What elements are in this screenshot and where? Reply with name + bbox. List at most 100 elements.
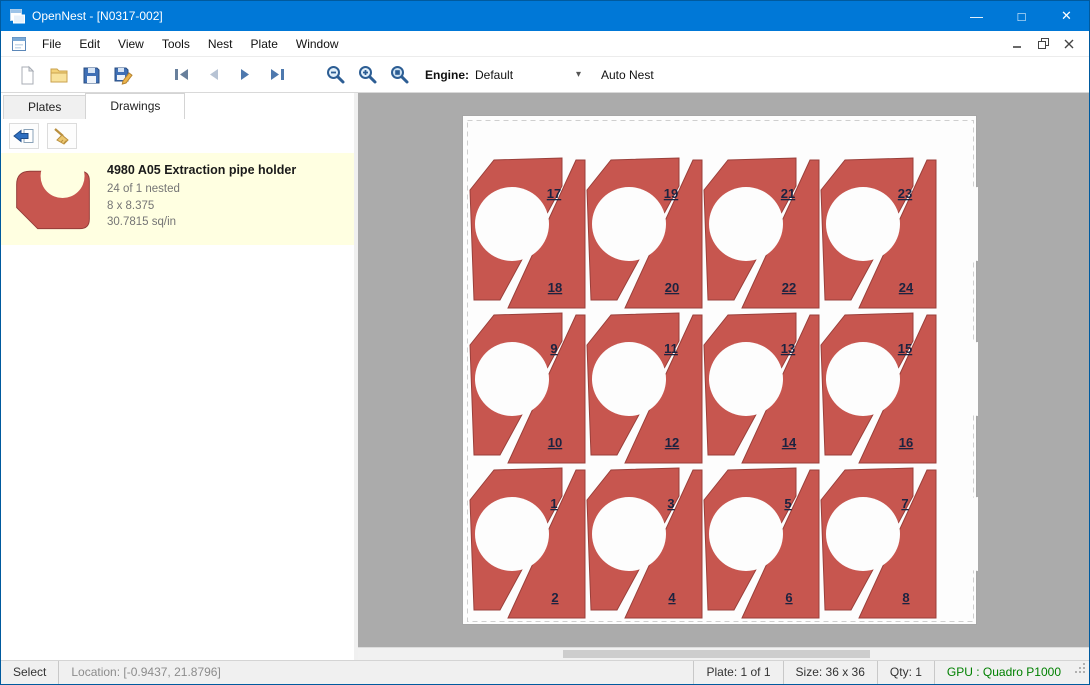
part-number-label: 7 bbox=[901, 496, 908, 511]
close-button[interactable]: ✕ bbox=[1044, 1, 1089, 31]
document-icon bbox=[11, 36, 27, 52]
part-hole bbox=[826, 342, 900, 416]
zoom-out-button[interactable] bbox=[319, 61, 351, 89]
restore-icon bbox=[1038, 38, 1049, 49]
status-qty: Qty: 1 bbox=[877, 661, 934, 685]
part-number-label: 4 bbox=[668, 590, 676, 605]
plate-sheet[interactable]: .part{fill:#c7564f;stroke:#9a3f3a;stroke… bbox=[462, 115, 977, 625]
part-number-label: 22 bbox=[782, 280, 796, 295]
part-number-label: 1 bbox=[550, 496, 557, 511]
part-number-label: 2 bbox=[551, 590, 558, 605]
part-hole bbox=[826, 497, 900, 571]
save-edit-button[interactable] bbox=[107, 61, 139, 89]
previous-arrow-icon bbox=[205, 67, 222, 82]
titlebar[interactable]: OpenNest - [N0317-002] — □ ✕ bbox=[1, 1, 1089, 31]
maximize-button[interactable]: □ bbox=[999, 1, 1044, 31]
drawing-item-text: 4980 A05 Extraction pipe holder 24 of 1 … bbox=[107, 161, 296, 231]
auto-nest-button[interactable]: Auto Nest bbox=[601, 68, 654, 82]
part-number-label: 20 bbox=[665, 280, 679, 295]
part-number-label: 9 bbox=[550, 341, 557, 356]
drawing-nested-count: 24 of 1 nested bbox=[107, 181, 296, 198]
status-size: Size: 36 x 36 bbox=[783, 661, 877, 685]
zoom-in-icon bbox=[357, 64, 378, 85]
minimize-button[interactable]: — bbox=[954, 1, 999, 31]
part-hole bbox=[709, 187, 783, 261]
part-number-label: 21 bbox=[781, 186, 795, 201]
send-to-plate-button[interactable] bbox=[9, 123, 39, 149]
part-number-label: 17 bbox=[547, 186, 561, 201]
mdi-close-button[interactable] bbox=[1061, 36, 1077, 52]
part-number-label: 24 bbox=[899, 280, 914, 295]
status-plate: Plate: 1 of 1 bbox=[693, 661, 782, 685]
open-folder-icon bbox=[49, 65, 69, 84]
part-number-label: 23 bbox=[898, 186, 912, 201]
main-toolbar: Engine: Default ▾ Auto Nest bbox=[1, 57, 1089, 93]
part-number-label: 16 bbox=[899, 435, 913, 450]
part-hole bbox=[592, 187, 666, 261]
part-hole bbox=[475, 187, 549, 261]
part-number-label: 3 bbox=[667, 496, 674, 511]
mdi-window-controls bbox=[1009, 36, 1083, 52]
mdi-minimize-button[interactable] bbox=[1009, 36, 1025, 52]
part-number-label: 18 bbox=[548, 280, 562, 295]
part-hole bbox=[826, 187, 900, 261]
nest-canvas[interactable]: .part{fill:#c7564f;stroke:#9a3f3a;stroke… bbox=[358, 93, 1089, 660]
engine-select[interactable]: Default ▾ bbox=[469, 65, 587, 85]
menu-file[interactable]: File bbox=[33, 34, 70, 54]
engine-label: Engine: bbox=[425, 68, 469, 82]
part-hole bbox=[943, 497, 978, 571]
next-plate-button[interactable] bbox=[229, 61, 261, 89]
app-window: OpenNest - [N0317-002] — □ ✕ File Edit V… bbox=[0, 0, 1090, 685]
clear-button[interactable] bbox=[47, 123, 77, 149]
drawing-list-item[interactable]: 4980 A05 Extraction pipe holder 24 of 1 … bbox=[1, 153, 354, 245]
window-controls: — □ ✕ bbox=[954, 1, 1089, 31]
last-plate-button[interactable] bbox=[261, 61, 293, 89]
resize-grip-icon bbox=[1073, 661, 1087, 675]
last-arrow-icon bbox=[269, 67, 286, 82]
mdi-restore-button[interactable] bbox=[1035, 36, 1051, 52]
new-file-icon bbox=[17, 65, 37, 85]
content-area: Plates Drawings bbox=[1, 93, 1089, 660]
drawing-list-empty-space bbox=[1, 245, 354, 660]
first-plate-button[interactable] bbox=[165, 61, 197, 89]
zoom-out-icon bbox=[325, 64, 346, 85]
menu-plate[interactable]: Plate bbox=[242, 34, 287, 54]
part-number-label: 5 bbox=[784, 496, 791, 511]
part-number-label: 13 bbox=[781, 341, 795, 356]
part-number-label: 19 bbox=[664, 186, 678, 201]
part-number-label: 10 bbox=[548, 435, 562, 450]
app-icon bbox=[9, 8, 25, 24]
part-thumbnail bbox=[9, 161, 97, 237]
previous-plate-button[interactable] bbox=[197, 61, 229, 89]
status-mode: Select bbox=[1, 661, 59, 685]
zoom-fit-button[interactable] bbox=[383, 61, 415, 89]
part-hole bbox=[709, 497, 783, 571]
resize-grip[interactable] bbox=[1073, 661, 1089, 685]
menu-nest[interactable]: Nest bbox=[199, 34, 242, 54]
plate-svg[interactable]: .part{fill:#c7564f;stroke:#9a3f3a;stroke… bbox=[463, 116, 978, 626]
zoom-in-button[interactable] bbox=[351, 61, 383, 89]
tab-drawings[interactable]: Drawings bbox=[85, 93, 185, 119]
next-arrow-icon bbox=[237, 67, 254, 82]
new-button[interactable] bbox=[11, 61, 43, 89]
part-number-label: 15 bbox=[898, 341, 912, 356]
close-icon bbox=[1064, 39, 1074, 49]
scrollbar-thumb[interactable] bbox=[563, 650, 870, 658]
save-button[interactable] bbox=[75, 61, 107, 89]
save-edit-icon bbox=[113, 65, 134, 85]
minimize-icon bbox=[1012, 39, 1022, 49]
menu-edit[interactable]: Edit bbox=[70, 34, 109, 54]
part-number-label: 11 bbox=[664, 341, 678, 356]
menu-view[interactable]: View bbox=[109, 34, 153, 54]
menu-tools[interactable]: Tools bbox=[153, 34, 199, 54]
menu-window[interactable]: Window bbox=[287, 34, 348, 54]
part-number-label: 6 bbox=[785, 590, 792, 605]
open-button[interactable] bbox=[43, 61, 75, 89]
part-number-label: 12 bbox=[665, 435, 679, 450]
part-hole bbox=[709, 342, 783, 416]
tab-plates[interactable]: Plates bbox=[3, 95, 86, 119]
horizontal-scrollbar[interactable] bbox=[358, 647, 1089, 660]
blue-arrow-page-icon bbox=[13, 128, 35, 145]
part-hole bbox=[592, 497, 666, 571]
part-hole bbox=[943, 342, 978, 416]
